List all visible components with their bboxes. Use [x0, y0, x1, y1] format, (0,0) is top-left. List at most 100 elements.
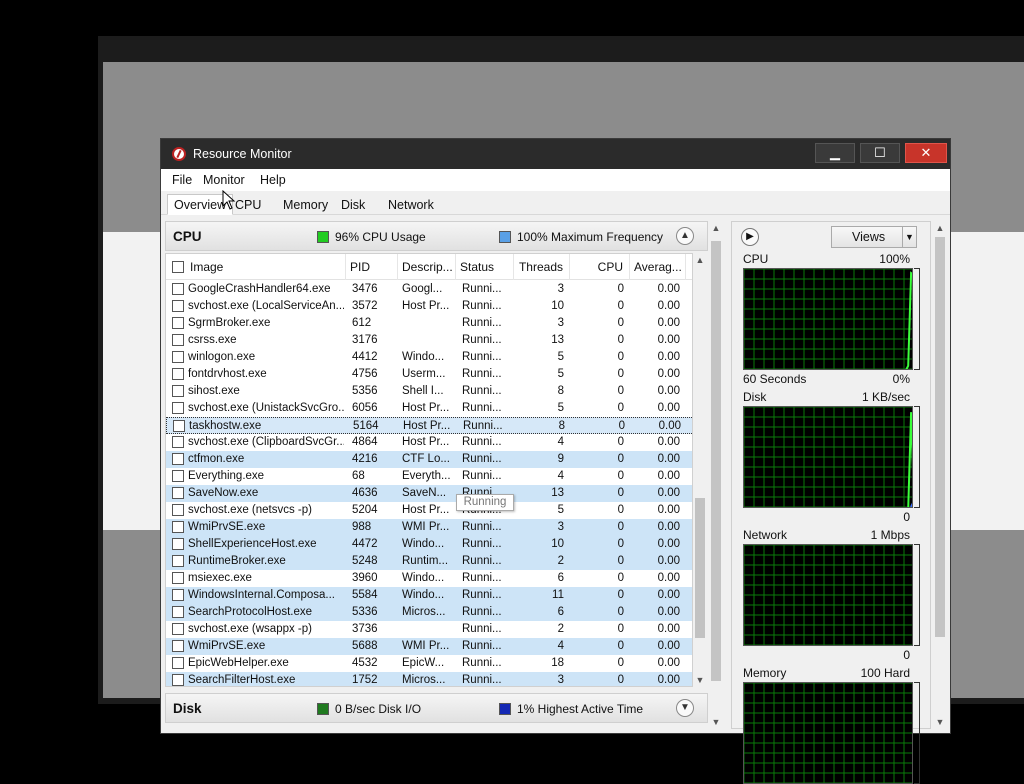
- table-row[interactable]: svchost.exe (netsvcs -p)5204Host Pr...Ru…: [166, 502, 692, 519]
- tab-memory[interactable]: Memory: [276, 194, 335, 215]
- table-row[interactable]: GoogleCrashHandler64.exe 3476 Googl... Runn…: [166, 281, 692, 298]
- chevron-right-icon[interactable]: ▶: [741, 228, 759, 246]
- table-scrollbar[interactable]: ▲ ▼: [693, 253, 707, 687]
- views-button[interactable]: Views ▼: [831, 226, 917, 248]
- row-checkbox[interactable]: [172, 334, 184, 346]
- table-row[interactable]: ShellExperienceHost.exe 4472 Windo... Runni…: [166, 536, 692, 553]
- row-checkbox[interactable]: [172, 283, 184, 295]
- activity-line: [907, 412, 912, 507]
- table-row[interactable]: svchost.exe (wsappx -p) 3736 Runni... 2 0 0.0…: [166, 621, 692, 638]
- menu-monitor[interactable]: Monitor: [203, 173, 245, 187]
- graph-panel-scrollbar[interactable]: ▲ ▼: [933, 221, 947, 729]
- column-status[interactable]: Status: [456, 254, 514, 280]
- cell-cpu: 0: [617, 555, 624, 567]
- column-average-cpu[interactable]: Averag...: [630, 254, 686, 280]
- column-threads[interactable]: Threads: [514, 254, 570, 280]
- tab-network[interactable]: Network: [381, 194, 441, 215]
- table-row[interactable]: msiexec.exe 3960 Windo... Runni... 6 0 0.00: [166, 570, 692, 587]
- cell-average-cpu: 0.00: [657, 300, 680, 312]
- cell-image: csrss.exe: [188, 334, 237, 346]
- table-row[interactable]: winlogon.exe 4412 Windo... Runni... 5 0 0.00: [166, 349, 692, 366]
- graph-bracket: [914, 406, 920, 508]
- row-checkbox[interactable]: [172, 436, 184, 448]
- cell-average-cpu: 0.00: [657, 555, 680, 567]
- row-checkbox[interactable]: [172, 368, 184, 380]
- overview-scrollbar[interactable]: ▲ ▼: [709, 221, 723, 729]
- active-time-line: [910, 502, 912, 507]
- cell-threads: 11: [552, 589, 564, 601]
- row-checkbox[interactable]: [172, 317, 184, 329]
- table-row[interactable]: svchost.exe (LocalServiceAn... 3572 Host P…: [166, 298, 692, 315]
- row-checkbox[interactable]: [172, 674, 184, 686]
- row-checkbox[interactable]: [172, 572, 184, 584]
- row-checkbox[interactable]: [172, 470, 184, 482]
- select-all-checkbox[interactable]: [172, 261, 184, 273]
- cell-threads: 5: [557, 351, 564, 363]
- row-checkbox[interactable]: [172, 402, 184, 414]
- menu-help[interactable]: Help: [260, 173, 286, 187]
- row-checkbox[interactable]: [172, 589, 184, 601]
- expand-chevron-down-icon[interactable]: ▼: [676, 699, 694, 717]
- table-row[interactable]: Everything.exe 68 Everyth... Runni... 4 0 0.00: [166, 468, 692, 485]
- row-checkbox[interactable]: [172, 453, 184, 465]
- row-checkbox[interactable]: [173, 420, 185, 432]
- table-row[interactable]: EpicWebHelper.exe 4532 EpicW... Runni... 18 0…: [166, 655, 692, 672]
- scroll-down-arrow-icon[interactable]: ▼: [693, 673, 707, 687]
- scroll-up-arrow-icon[interactable]: ▲: [693, 253, 707, 267]
- row-checkbox[interactable]: [172, 385, 184, 397]
- row-checkbox[interactable]: [172, 504, 184, 516]
- table-row[interactable]: sihost.exe 5356 Shell I... Runni... 8 0 0.00: [166, 383, 692, 400]
- cell-description: EpicW...: [402, 657, 445, 669]
- right-scroll-up-arrow-icon[interactable]: ▲: [933, 221, 947, 235]
- menu-file[interactable]: File: [172, 173, 192, 187]
- table-row[interactable]: ctfmon.exe 4216 CTF Lo... Runni... 9 0 0.00: [166, 451, 692, 468]
- right-scroll-down-arrow-icon[interactable]: ▼: [933, 715, 947, 729]
- row-checkbox[interactable]: [172, 640, 184, 652]
- row-checkbox[interactable]: [172, 300, 184, 312]
- maximize-button[interactable]: ☐: [860, 143, 900, 163]
- row-checkbox[interactable]: [172, 555, 184, 567]
- table-row[interactable]: svchost.exe (UnistackSvcGro... 6056 Host P…: [166, 400, 692, 417]
- table-row[interactable]: WmiPrvSE.exe 5688 WMI Pr... Runni... 4 0 0.00: [166, 638, 692, 655]
- title-bar[interactable]: Resource Monitor ▁ ☐ ✕: [161, 139, 950, 169]
- table-row[interactable]: fontdrvhost.exe 4756 Userm... Runni... 5 0 0.0…: [166, 366, 692, 383]
- row-checkbox[interactable]: [172, 657, 184, 669]
- row-checkbox[interactable]: [172, 623, 184, 635]
- table-row[interactable]: svchost.exe (ClipboardSvcGr... 4864 Host P…: [166, 434, 692, 451]
- outer-scroll-up-arrow-icon[interactable]: ▲: [709, 221, 723, 235]
- table-row[interactable]: SearchFilterHost.exe 1752 Micros... Runni..…: [166, 672, 692, 686]
- cell-threads: 6: [557, 606, 564, 618]
- column-cpu[interactable]: CPU: [570, 254, 630, 280]
- row-checkbox[interactable]: [172, 521, 184, 533]
- disk-section-header[interactable]: Disk 0 B/sec Disk I/O 1% Highest Active …: [165, 693, 708, 723]
- views-dropdown-arrow-icon[interactable]: ▼: [902, 227, 916, 247]
- cpu-section-header[interactable]: CPU 96% CPU Usage 100% Maximum Frequency…: [165, 221, 708, 251]
- outer-scroll-down-arrow-icon[interactable]: ▼: [709, 715, 723, 729]
- minimize-button[interactable]: ▁: [815, 143, 855, 163]
- column-description[interactable]: Descrip...: [398, 254, 456, 280]
- table-row[interactable]: WmiPrvSE.exe 988 WMI Pr... Runni... 3 0 0.00: [166, 519, 692, 536]
- column-image[interactable]: Image: [186, 254, 346, 280]
- table-row[interactable]: SearchProtocolHost.exe 5336 Micros... Runni…: [166, 604, 692, 621]
- table-row[interactable]: WindowsInternal.Composa... 5584 Windo... Ru…: [166, 587, 692, 604]
- overview-scroll-thumb[interactable]: [711, 241, 721, 681]
- cell-average-cpu: 0.00: [657, 402, 680, 414]
- table-row[interactable]: RuntimeBroker.exe 5248 Runtim... Runni... 2 0…: [166, 553, 692, 570]
- table-row[interactable]: taskhostw.exe 5164 Host Pr... Runni... 8 0 0.0…: [166, 417, 692, 434]
- collapse-chevron-up-icon[interactable]: ▲: [676, 227, 694, 245]
- row-checkbox[interactable]: [172, 606, 184, 618]
- row-checkbox[interactable]: [172, 487, 184, 499]
- graph-panel-scroll-thumb[interactable]: [935, 237, 945, 637]
- table-row[interactable]: csrss.exe 3176 Runni... 13 0 0.00: [166, 332, 692, 349]
- column-pid[interactable]: PID: [346, 254, 398, 280]
- table-row[interactable]: SgrmBroker.exe 612 Runni... 3 0 0.00: [166, 315, 692, 332]
- cell-cpu: 0: [617, 674, 624, 686]
- row-checkbox[interactable]: [172, 538, 184, 550]
- close-button[interactable]: ✕: [905, 143, 947, 163]
- table-row[interactable]: SaveNow.exe 4636 SaveN... Runni... 13 0 0.00: [166, 485, 692, 502]
- cell-image: svchost.exe (wsappx -p): [188, 623, 312, 635]
- cell-average-cpu: 0.00: [657, 606, 680, 618]
- tab-disk[interactable]: Disk: [334, 194, 372, 215]
- row-checkbox[interactable]: [172, 351, 184, 363]
- table-scroll-thumb[interactable]: [695, 498, 705, 638]
